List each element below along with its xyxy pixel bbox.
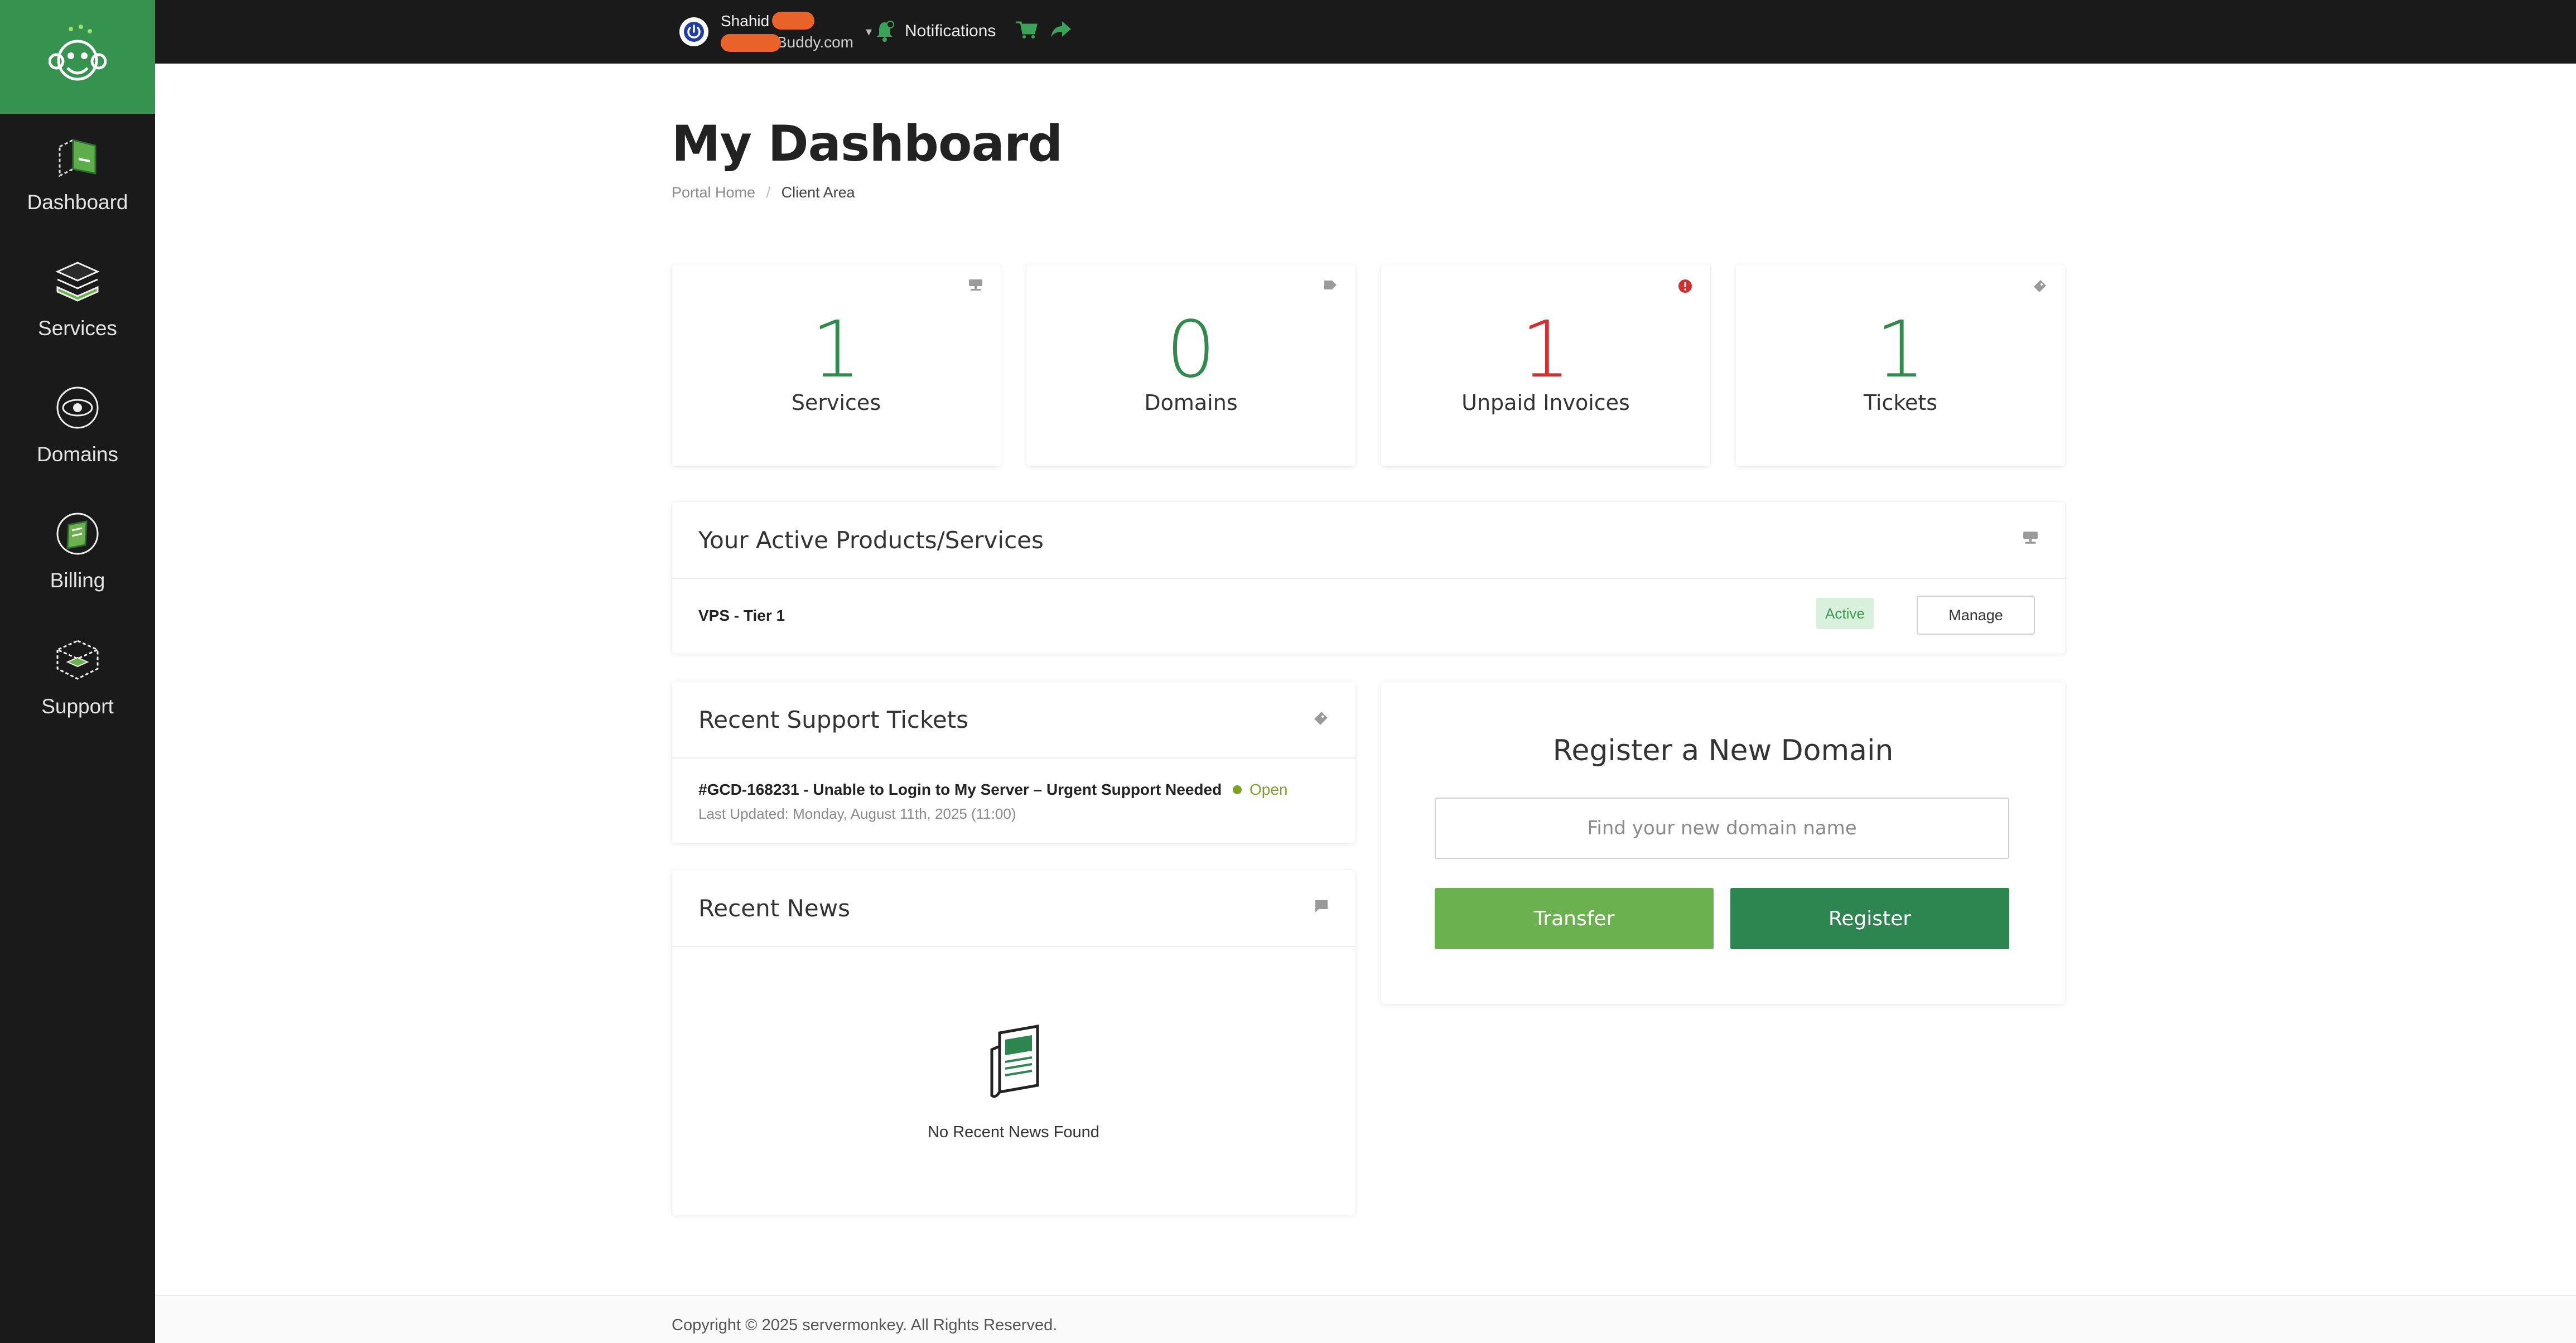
- ticket-title[interactable]: #GCD-168231 - Unable to Login to My Serv…: [698, 781, 1222, 799]
- notifications-label: Notifications: [905, 22, 996, 40]
- server-icon: [969, 279, 982, 291]
- sidebar-item-domains[interactable]: Domains: [0, 383, 155, 494]
- comment-icon: [1315, 900, 1328, 912]
- newspaper-icon: [990, 1025, 1039, 1098]
- stat-value: 1: [811, 305, 861, 395]
- stat-card-tickets[interactable]: 1 Tickets: [1736, 264, 2065, 466]
- redaction-mark: [772, 12, 814, 30]
- panel-header: Recent News: [672, 870, 1355, 947]
- redaction-mark: [721, 34, 781, 52]
- active-products-panel: Your Active Products/Services VPS - Tier…: [672, 502, 2065, 654]
- stat-label: Domains: [1144, 390, 1238, 415]
- sidebar-item-services[interactable]: Services: [0, 257, 155, 368]
- services-icon: [52, 257, 103, 307]
- share-icon[interactable]: [1050, 19, 1072, 41]
- ticket-icon: [2034, 280, 2046, 292]
- sidebar-item-label: Services: [38, 317, 117, 340]
- stat-value: 1: [1521, 305, 1571, 395]
- page-title: My Dashboard: [672, 115, 1063, 172]
- ticket-updated: Last Updated: Monday, August 11th, 2025 …: [698, 805, 1016, 822]
- stat-card-services[interactable]: 1 Services: [672, 264, 1001, 466]
- breadcrumb-portal-home[interactable]: Portal Home: [672, 184, 755, 201]
- support-icon: [52, 635, 103, 685]
- ticket-icon: [1314, 712, 1328, 725]
- stat-label: Tickets: [1863, 390, 1938, 415]
- monkey-logo-icon: [49, 25, 107, 81]
- panel-title: Recent News: [698, 895, 850, 922]
- status-badge: Active: [1816, 598, 1874, 629]
- ticket-status-label: Open: [1250, 781, 1288, 798]
- server-icon: [2023, 532, 2038, 544]
- service-name[interactable]: VPS - Tier 1: [698, 607, 785, 625]
- user-name: Shahid: [721, 12, 770, 30]
- panel-header: Recent Support Tickets: [672, 682, 1355, 759]
- register-button[interactable]: Register: [1730, 888, 2009, 949]
- user-email: Buddy.com: [776, 33, 853, 51]
- breadcrumb-separator: /: [766, 184, 771, 201]
- manage-button[interactable]: Manage: [1917, 596, 2035, 635]
- breadcrumb-client-area: Client Area: [781, 184, 855, 201]
- sidebar-item-label: Billing: [50, 569, 105, 592]
- logo[interactable]: [0, 0, 155, 114]
- register-domain-panel: Register a New Domain Transfer Register: [1381, 682, 2065, 1004]
- stat-card-unpaid-invoices[interactable]: 1 Unpaid Invoices: [1381, 264, 1710, 466]
- chevron-down-icon[interactable]: ▾: [866, 25, 872, 39]
- ticket-status: Open: [1233, 781, 1288, 799]
- top-bar: Shahid Buddy.com ▾ Notifications: [155, 0, 2576, 64]
- empty-state-text: No Recent News Found: [928, 1123, 1099, 1141]
- panel-title: Recent Support Tickets: [698, 706, 969, 733]
- domains-icon: [52, 383, 103, 433]
- dashboard-icon: [52, 131, 103, 181]
- transfer-button[interactable]: Transfer: [1435, 888, 1714, 949]
- sidebar-item-label: Domains: [37, 443, 118, 466]
- support-tickets-panel: Recent Support Tickets #GCD-168231 - Una…: [672, 682, 1355, 843]
- sidebar-item-dashboard[interactable]: Dashboard: [0, 131, 155, 242]
- billing-icon: [52, 509, 103, 559]
- notifications-button[interactable]: Notifications: [875, 17, 996, 46]
- status-dot: [1233, 785, 1242, 794]
- tag-icon: [1324, 281, 1337, 289]
- stat-label: Services: [791, 390, 881, 415]
- power-icon: [679, 17, 708, 46]
- recent-news-panel: Recent News No Recent News Found: [672, 870, 1355, 1215]
- stat-label: Unpaid Invoices: [1461, 390, 1630, 415]
- panel-title: Your Active Products/Services: [698, 526, 1044, 554]
- stat-value: 0: [1166, 305, 1216, 395]
- breadcrumb: Portal Home / Client Area: [672, 184, 855, 201]
- bell-icon: [877, 21, 894, 42]
- user-menu[interactable]: Shahid Buddy.com ▾: [679, 11, 872, 52]
- stat-card-domains[interactable]: 0 Domains: [1026, 264, 1355, 466]
- cart-icon[interactable]: [1015, 19, 1038, 41]
- sidebar-item-billing[interactable]: Billing: [0, 509, 155, 620]
- sidebar: Dashboard Services Domains Billing Suppo…: [0, 0, 155, 1343]
- sidebar-item-label: Dashboard: [27, 191, 128, 214]
- alert-icon: [1678, 279, 1692, 293]
- sidebar-item-label: Support: [41, 695, 114, 718]
- footer: Copyright © 2025 servermonkey. All Right…: [155, 1295, 2576, 1343]
- register-domain-title: Register a New Domain: [1552, 734, 1894, 767]
- stat-value: 1: [1875, 305, 1926, 395]
- sidebar-item-support[interactable]: Support: [0, 635, 155, 746]
- domain-search-input[interactable]: [1435, 798, 2009, 859]
- copyright-text: Copyright © 2025 servermonkey. All Right…: [672, 1316, 1058, 1334]
- panel-header: Your Active Products/Services: [672, 502, 2065, 579]
